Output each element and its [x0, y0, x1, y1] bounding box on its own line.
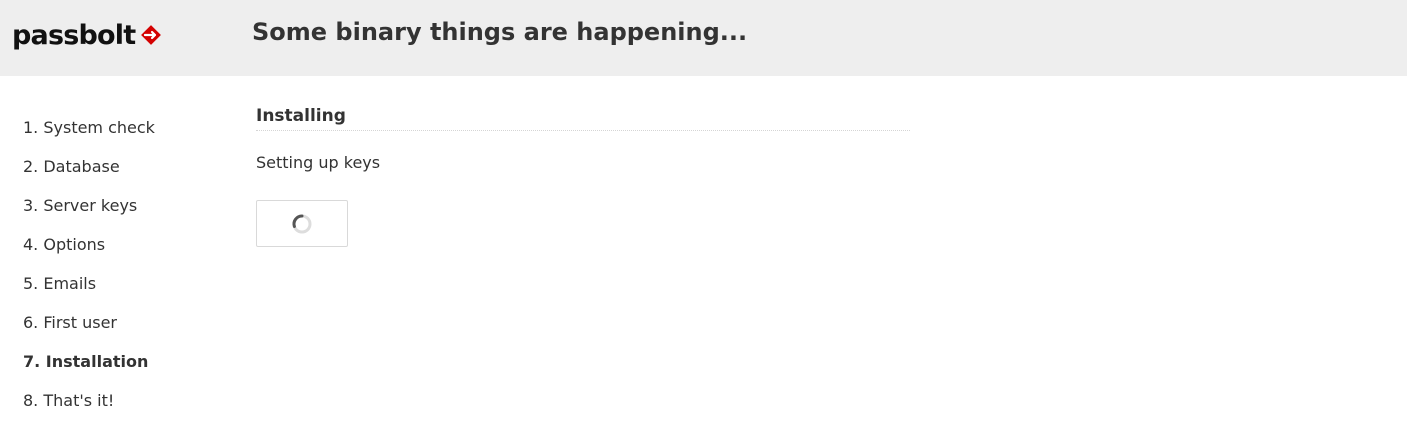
main-content: Installing Setting up keys: [256, 104, 910, 247]
loading-spinner-icon: [292, 214, 312, 233]
step-database: 2. Database: [23, 157, 120, 176]
step-server-keys: 3. Server keys: [23, 196, 138, 215]
status-text: Setting up keys: [256, 153, 381, 172]
step-options: 4. Options: [23, 235, 106, 254]
step-first-user: 6. First user: [23, 313, 118, 332]
step-system-check: 1. System check: [23, 118, 155, 137]
logo-diamond-icon: [141, 25, 162, 45]
loading-button[interactable]: [256, 200, 348, 247]
page-title: Some binary things are happening...: [252, 18, 748, 46]
logo-text: passbolt: [12, 19, 136, 51]
header: passbolt Some binary things are happenin…: [0, 0, 1407, 76]
step-installation: 7. Installation: [23, 352, 149, 371]
setup-steps-list: 1. System check 2. Database 3. Server ke…: [23, 108, 155, 420]
section-title: Installing: [256, 104, 910, 131]
step-emails: 5. Emails: [23, 274, 97, 293]
step-thats-it: 8. That's it!: [23, 391, 115, 410]
passbolt-logo: passbolt: [12, 18, 164, 52]
